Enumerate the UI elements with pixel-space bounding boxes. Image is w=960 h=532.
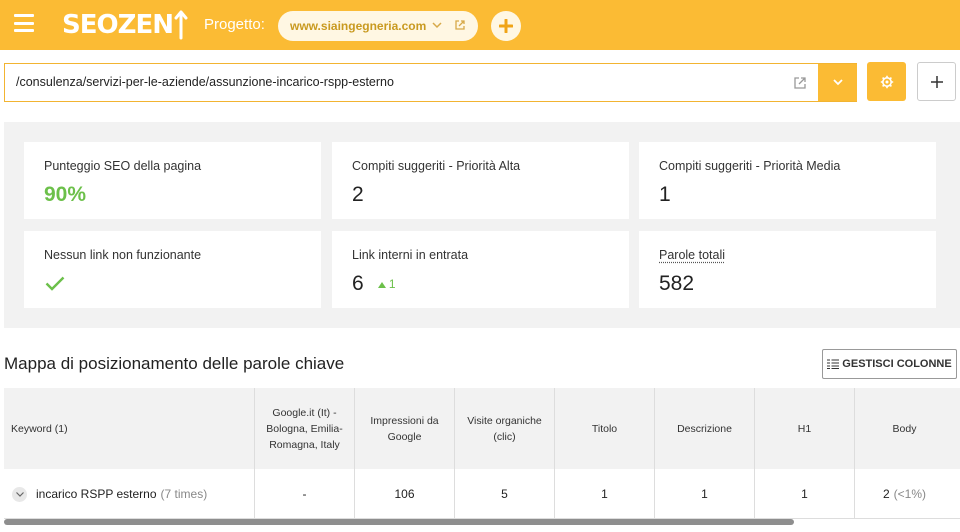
add-page-button[interactable] [917, 62, 956, 101]
url-dropdown-button[interactable] [818, 64, 857, 101]
column-header[interactable]: Visite organiche (clic) [454, 388, 554, 469]
body-count: 2 [882, 487, 890, 501]
table-row: incarico RSPP esterno (7 times) - 106 5 … [4, 469, 960, 519]
seo-score-label: Punteggio SEO della pagina [44, 159, 202, 173]
seo-score-value: 90% [44, 183, 87, 206]
column-header[interactable]: H1 [754, 388, 854, 469]
column-header[interactable]: Impressioni da Google [354, 388, 454, 469]
stats-panel: Punteggio SEO della pagina 90% Compiti s… [4, 122, 960, 328]
h1-cell: 1 [754, 469, 854, 519]
plus-icon [930, 75, 943, 88]
impressions-cell: 106 [354, 469, 454, 519]
total-words-card: Parole totali 582 [639, 231, 936, 308]
total-words-label[interactable]: Parole totali [659, 248, 725, 262]
project-selector[interactable]: www.siaingegneria.com [278, 11, 478, 41]
triangle-up-icon [377, 282, 386, 289]
trend-badge: 1 [377, 277, 396, 292]
external-link-icon[interactable] [793, 76, 807, 90]
internal-links-count: 6 [352, 272, 364, 295]
settings-button[interactable] [867, 62, 906, 101]
visits-cell: 5 [454, 469, 554, 519]
manage-columns-button[interactable]: GESTISCI COLONNE [822, 349, 957, 379]
check-icon [45, 276, 65, 291]
column-header[interactable]: Descrizione [654, 388, 754, 469]
description-cell: 1 [654, 469, 754, 519]
keyword-times: (7 times) [160, 487, 208, 501]
table-header: Keyword (1) Google.it (It) - Bologna, Em… [4, 388, 960, 469]
medium-priority-card[interactable]: Compiti suggeriti - Priorità Media 1 [639, 142, 936, 219]
keyword-cell: incarico RSPP esterno (7 times) [4, 469, 254, 519]
broken-links-label: Nessun link non funzionante [44, 248, 202, 262]
project-label: Progetto: [204, 16, 265, 33]
horizontal-scrollbar[interactable] [4, 519, 794, 525]
page-url: /consulenza/servizi-per-le-aziende/assun… [16, 75, 394, 89]
title-cell: 1 [554, 469, 654, 519]
internal-links-label: Link interni in entrata [352, 248, 469, 262]
gear-icon [880, 75, 893, 88]
medium-priority-value: 1 [659, 183, 671, 206]
chevron-down-icon [432, 21, 442, 32]
high-priority-label: Compiti suggeriti - Priorità Alta [352, 159, 521, 173]
logo-text: SEOZEN [62, 10, 174, 40]
menu-icon[interactable] [14, 14, 34, 32]
external-link-icon[interactable] [454, 19, 466, 31]
manage-columns-label: GESTISCI COLONNE [842, 358, 952, 370]
internal-links-card[interactable]: Link interni in entrata 6 1 [332, 231, 629, 308]
expand-toggle[interactable] [12, 486, 27, 502]
column-header[interactable]: Body [854, 388, 954, 469]
body-cell: 2 (<1%) [854, 469, 954, 519]
position-cell: - [254, 469, 354, 519]
high-priority-card[interactable]: Compiti suggeriti - Priorità Alta 2 [332, 142, 629, 219]
internal-links-value: 6 1 [352, 272, 396, 296]
trend-value: 1 [388, 277, 396, 292]
plus-icon [499, 19, 513, 33]
high-priority-value: 2 [352, 183, 364, 206]
chevron-down-icon [832, 79, 843, 86]
logo[interactable]: SEOZEN [62, 9, 188, 41]
chevron-down-icon [15, 491, 24, 497]
column-header[interactable]: Keyword (1) [4, 388, 254, 469]
keyword-text: incarico RSPP esterno [36, 487, 157, 501]
add-project-button[interactable] [491, 11, 521, 41]
broken-links-card: Nessun link non funzionante [24, 231, 321, 308]
top-bar: SEOZEN Progetto: www.siaingegneria.com [0, 0, 960, 50]
url-selector[interactable]: /consulenza/servizi-per-le-aziende/assun… [4, 63, 857, 102]
column-header[interactable]: Titolo [554, 388, 654, 469]
section-title: Mappa di posizionamento delle parole chi… [4, 354, 345, 373]
column-header[interactable]: Google.it (It) - Bologna, Emilia-Romagna… [254, 388, 354, 469]
seo-score-card: Punteggio SEO della pagina 90% [24, 142, 321, 219]
total-words-value: 582 [659, 272, 695, 295]
project-domain: www.siaingegneria.com [290, 19, 427, 33]
medium-priority-label: Compiti suggeriti - Priorità Media [659, 159, 841, 173]
logo-arrow-icon [174, 10, 188, 40]
body-percent: (<1%) [893, 487, 927, 501]
columns-icon [827, 359, 840, 369]
